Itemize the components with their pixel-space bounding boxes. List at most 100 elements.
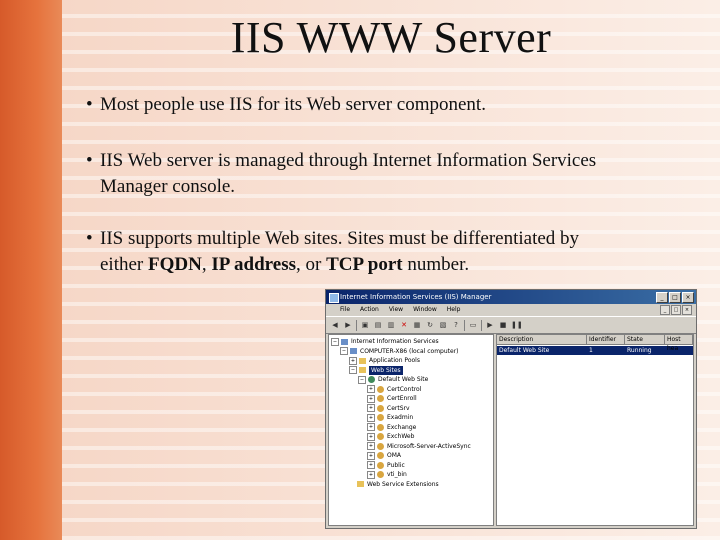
tree-item[interactable]: + CertSrv (331, 404, 493, 414)
toolbar-separator (356, 319, 357, 331)
tree-item[interactable]: Web Service Extensions (331, 480, 493, 490)
help-icon[interactable]: ? (451, 320, 461, 330)
refresh-icon[interactable]: ↻ (425, 320, 435, 330)
bullet-dot: • (86, 94, 93, 115)
menu-help[interactable]: Help (447, 304, 461, 316)
window-titlebar[interactable]: Internet Information Services (IIS) Mana… (326, 290, 696, 304)
tree-item-label: CertControl (387, 385, 422, 393)
expand-icon[interactable]: + (367, 413, 375, 422)
child-restore-icon[interactable]: □ (671, 305, 681, 315)
col-identifier[interactable]: Identifier (587, 335, 625, 344)
minimize-icon[interactable]: _ (656, 292, 668, 303)
expand-icon[interactable]: + (367, 442, 375, 451)
col-host-header[interactable]: Host hea (665, 335, 693, 352)
bullet-3-suffix: number. (402, 254, 470, 275)
tree-item[interactable]: + Microsoft-Server-ActiveSync (331, 442, 493, 452)
child-minimize-icon[interactable]: _ (660, 305, 670, 315)
tree-item-label: CertSrv (387, 404, 410, 412)
tree-item[interactable]: + CertEnroll (331, 394, 493, 404)
export-icon[interactable]: ▧ (438, 320, 448, 330)
gear-icon (377, 423, 384, 431)
bullet-dot: • (86, 150, 93, 171)
expand-icon[interactable]: + (367, 385, 375, 394)
tree-item[interactable]: + Exadmin (331, 413, 493, 423)
up-folder-icon[interactable]: ▣ (360, 320, 370, 330)
folder-icon (357, 481, 364, 488)
play-icon[interactable]: ▶ (485, 320, 495, 330)
bullet-3-prefix: either (100, 254, 149, 275)
properties-icon[interactable]: ▦ (412, 320, 422, 330)
copy-icon[interactable]: ▥ (386, 320, 396, 330)
menu-view[interactable]: View (389, 304, 403, 316)
stop-icon[interactable]: ■ (498, 320, 508, 330)
delete-icon[interactable]: ✕ (399, 320, 409, 330)
toolbar: ◀ ▶ ▣ ▤ ▥ ✕ ▦ ↻ ▧ ? ▭ ▶ ■ ❚❚ (326, 316, 696, 334)
computer-icon[interactable]: ▭ (468, 320, 478, 330)
tree-item[interactable]: + ExchWeb (331, 432, 493, 442)
expand-icon[interactable]: + (367, 451, 375, 460)
bullet-2: • IIS Web server is managed through Inter… (86, 148, 698, 200)
ip-term: IP address (211, 254, 296, 275)
sep: , (201, 254, 212, 275)
tree-item[interactable]: + vti_bin (331, 470, 493, 480)
bullet-1: • Most people use IIS for its Web server … (86, 92, 698, 118)
gear-icon (377, 414, 384, 422)
expand-icon[interactable]: + (367, 394, 375, 403)
tree-item[interactable]: + OMA (331, 451, 493, 461)
collapse-icon[interactable]: − (340, 347, 348, 356)
tree-item[interactable]: − COMPUTER-X86 (local computer) (331, 347, 493, 357)
tree-item-label: CertEnroll (387, 395, 417, 402)
tree-item[interactable]: − Web Sites (331, 365, 493, 375)
folder-icon (359, 367, 366, 374)
tree-item[interactable]: − Default Web Site (331, 375, 493, 385)
gear-icon (377, 395, 384, 403)
tree-item[interactable]: + Application Pools (331, 356, 493, 366)
tree-item[interactable]: − Internet Information Services (331, 337, 493, 347)
list-pane[interactable]: Description Identifier State Host hea De… (496, 334, 694, 526)
forward-icon[interactable]: ▶ (343, 320, 353, 330)
bullet-3-line2: either FQDN, IP address, or TCP port num… (86, 252, 698, 278)
pause-icon[interactable]: ❚❚ (511, 320, 523, 330)
menu-action[interactable]: Action (360, 304, 379, 316)
toolbar-separator (481, 319, 482, 331)
globe-icon (368, 376, 375, 384)
expand-icon[interactable]: + (367, 423, 375, 432)
show-tree-icon[interactable]: ▤ (373, 320, 383, 330)
expand-icon[interactable]: + (349, 356, 357, 365)
bullet-2-line1: IIS Web server is managed through Intern… (100, 150, 597, 171)
back-icon[interactable]: ◀ (330, 320, 340, 330)
row-identifier: 1 (589, 347, 593, 354)
expand-icon[interactable]: + (367, 432, 375, 441)
tree-item-label: OMA (387, 452, 402, 459)
window-title: Internet Information Services (IIS) Mana… (340, 293, 492, 301)
row-state: Running (627, 347, 652, 354)
gear-icon (377, 433, 384, 441)
child-close-icon[interactable]: × (682, 305, 692, 315)
tree-item[interactable]: + Exchange (331, 423, 493, 433)
maximize-icon[interactable]: □ (669, 292, 681, 303)
tree-pane[interactable]: − Internet Information Services − COMPUTER-… (328, 334, 494, 526)
tcp-term: TCP port (326, 254, 403, 275)
menu-window[interactable]: Window (413, 304, 437, 316)
bullet-2-line2: Manager console. (100, 176, 236, 197)
gear-icon (377, 385, 384, 393)
bullet-3-line1: IIS supports multiple Web sites. Sites m… (100, 228, 580, 249)
tree-item[interactable]: + Public (331, 461, 493, 471)
collapse-icon[interactable]: − (358, 375, 366, 384)
tree-item-label: vti_bin (387, 471, 407, 478)
list-row[interactable]: Default Web Site 1 Running (497, 346, 693, 355)
expand-icon[interactable]: + (367, 461, 375, 470)
tree-item-label: Exadmin (387, 414, 414, 421)
fqdn-term: FQDN (148, 254, 202, 275)
col-description[interactable]: Description (497, 335, 587, 344)
col-state[interactable]: State (625, 335, 665, 344)
expand-icon[interactable]: + (367, 404, 375, 413)
collapse-icon[interactable]: − (349, 366, 357, 375)
menu-file[interactable]: File (340, 304, 350, 316)
expand-icon[interactable]: + (367, 470, 375, 479)
close-icon[interactable]: × (682, 292, 694, 303)
collapse-icon[interactable]: − (331, 337, 339, 346)
tree-item[interactable]: + CertControl (331, 385, 493, 395)
gear-icon (377, 471, 384, 479)
folder-icon (359, 357, 366, 364)
